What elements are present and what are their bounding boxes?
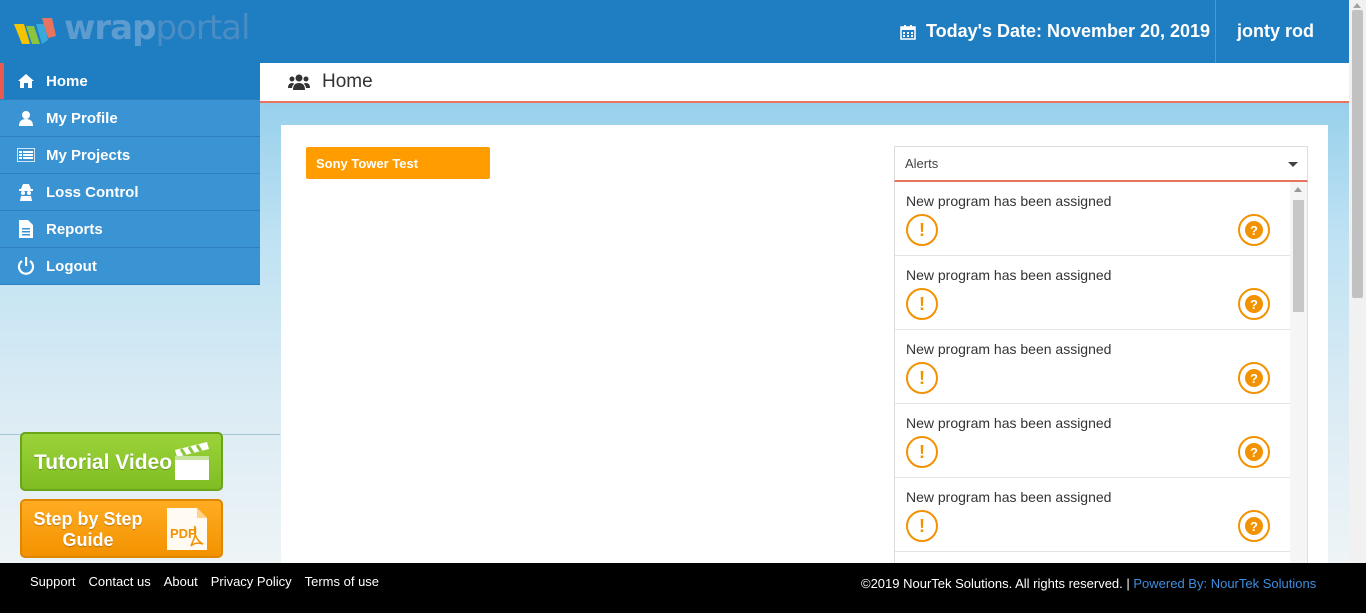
- exclamation-icon[interactable]: !: [906, 510, 938, 542]
- sidebar-item-label: Logout: [46, 257, 97, 275]
- tutorial-video-button[interactable]: Tutorial Video: [20, 432, 223, 491]
- footer-link-support[interactable]: Support: [30, 574, 76, 589]
- sidebar-item-my-profile[interactable]: My Profile: [0, 100, 260, 137]
- exclamation-icon[interactable]: !: [906, 214, 938, 246]
- user-icon: [16, 108, 36, 128]
- power-icon: [16, 256, 36, 276]
- question-icon[interactable]: ?: [1238, 436, 1270, 468]
- tutorial-video-label: Tutorial Video: [34, 451, 173, 474]
- sidebar-item-label: Loss Control: [46, 183, 139, 201]
- copyright-text: ©2019 NourTek Solutions. All rights rese…: [861, 576, 1130, 591]
- date-label: Today's Date: November 20, 2019: [926, 21, 1211, 41]
- user-menu[interactable]: jonty rod: [1237, 0, 1314, 63]
- project-button[interactable]: Sony Tower Test: [306, 147, 490, 179]
- alert-text: New program has been assigned: [906, 267, 1112, 283]
- sidebar-item-my-projects[interactable]: My Projects: [0, 137, 260, 174]
- scroll-up-arrow-icon[interactable]: [1294, 187, 1302, 192]
- content-panel: Sony Tower Test Alerts New program has b…: [281, 125, 1328, 563]
- logo-text: wrapportal: [64, 8, 250, 48]
- scroll-up-arrow-icon[interactable]: [1353, 3, 1361, 8]
- footer-link-terms[interactable]: Terms of use: [305, 574, 379, 589]
- alert-item: New program has been assigned ! ?: [895, 404, 1291, 478]
- exclamation-icon[interactable]: !: [906, 362, 938, 394]
- footer-link-privacy[interactable]: Privacy Policy: [211, 574, 292, 589]
- alerts-scrollbar[interactable]: [1290, 182, 1307, 563]
- alert-item: New program has been assigned ! ?: [895, 182, 1291, 256]
- sidebar-item-loss-control[interactable]: Loss Control: [0, 174, 260, 211]
- sidebar-nav: Home My Profile My Projects Loss Control…: [0, 63, 260, 285]
- sidebar-item-label: Reports: [46, 220, 103, 238]
- calendar-icon: [900, 24, 916, 40]
- exclamation-icon[interactable]: !: [906, 436, 938, 468]
- alert-text: New program has been assigned: [906, 415, 1112, 431]
- footer-links: Support Contact us About Privacy Policy …: [30, 574, 392, 589]
- clapperboard-icon: [175, 442, 209, 480]
- logo-mark-icon: [14, 18, 56, 44]
- alert-text: New program has been assigned: [906, 341, 1112, 357]
- alerts-dropdown[interactable]: Alerts: [894, 146, 1308, 182]
- users-icon: [288, 74, 310, 90]
- caret-down-icon: [1288, 162, 1298, 167]
- footer-link-about[interactable]: About: [164, 574, 198, 589]
- top-header: wrapportal Today's Date: November 20, 20…: [0, 0, 1349, 63]
- step-by-step-guide-button[interactable]: Step by Step Guide PDF: [20, 499, 223, 558]
- sidebar-item-home[interactable]: Home: [0, 63, 260, 100]
- powered-by-link[interactable]: Powered By: NourTek Solutions: [1133, 576, 1316, 591]
- sidebar-item-label: My Projects: [46, 146, 131, 164]
- alert-item: New program has been assigned ! ?: [895, 478, 1291, 552]
- list-icon: [16, 145, 36, 165]
- pdf-icon: PDF: [167, 508, 207, 550]
- alert-text: New program has been assigned: [906, 193, 1112, 209]
- spy-icon: [16, 182, 36, 202]
- footer: Support Contact us About Privacy Policy …: [0, 563, 1366, 613]
- todays-date: Today's Date: November 20, 2019: [900, 0, 1210, 63]
- exclamation-icon[interactable]: !: [906, 288, 938, 320]
- alerts-label: Alerts: [905, 156, 939, 171]
- alerts-scrollbar-thumb[interactable]: [1293, 200, 1304, 312]
- sidebar-item-label: Home: [46, 72, 88, 90]
- document-icon: [16, 219, 36, 239]
- sidebar-item-label: My Profile: [46, 109, 118, 127]
- question-icon[interactable]: ?: [1238, 510, 1270, 542]
- step-by-step-guide-label: Step by Step Guide: [33, 509, 143, 550]
- page-scrollbar[interactable]: [1349, 0, 1366, 563]
- copyright: ©2019 NourTek Solutions. All rights rese…: [861, 576, 1316, 591]
- header-divider: [1215, 0, 1216, 63]
- svg-text:PDF: PDF: [170, 526, 196, 541]
- scrollbar-thumb[interactable]: [1352, 10, 1363, 298]
- page-title: Home: [322, 71, 373, 92]
- question-icon[interactable]: ?: [1238, 362, 1270, 394]
- footer-link-contact[interactable]: Contact us: [89, 574, 151, 589]
- alert-item: New program has been assigned ! ?: [895, 330, 1291, 404]
- alerts-list: New program has been assigned ! ? New pr…: [894, 182, 1308, 563]
- question-icon[interactable]: ?: [1238, 288, 1270, 320]
- alert-text: New program has been assigned: [906, 489, 1112, 505]
- question-icon[interactable]: ?: [1238, 214, 1270, 246]
- sidebar-item-reports[interactable]: Reports: [0, 211, 260, 248]
- sidebar-item-logout[interactable]: Logout: [0, 248, 260, 285]
- wrapportal-logo[interactable]: wrapportal: [12, 8, 250, 52]
- page-title-bar: Home: [260, 63, 1349, 103]
- home-icon: [16, 71, 36, 91]
- alert-item: New program has been assigned ! ?: [895, 256, 1291, 330]
- alert-item: [895, 552, 1291, 563]
